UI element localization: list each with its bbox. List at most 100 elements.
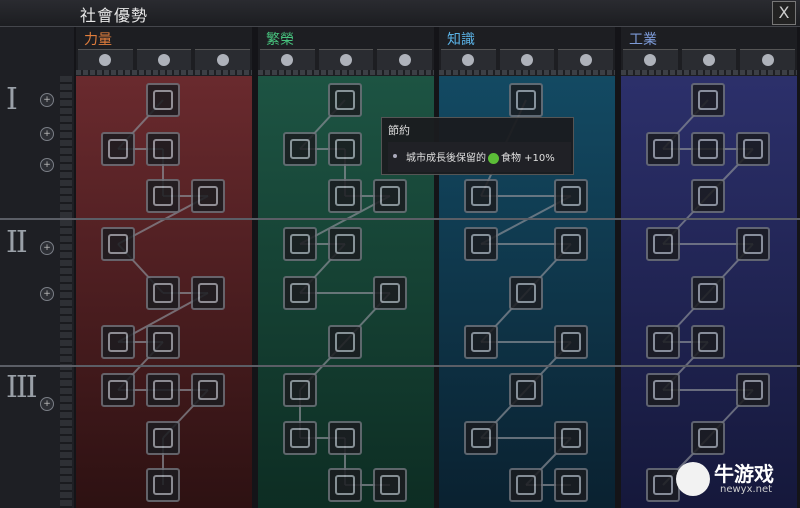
cube-icon[interactable]	[740, 49, 796, 70]
palm-icon[interactable]	[328, 468, 362, 502]
watermark: 牛游戏 newyx.net	[676, 458, 792, 502]
column-title: 知識	[447, 32, 475, 48]
bust-icon[interactable]	[499, 49, 555, 70]
hourglass-icon[interactable]	[464, 325, 498, 359]
person-icon[interactable]	[146, 132, 180, 166]
chevrons-icon[interactable]	[146, 83, 180, 117]
column-icon[interactable]	[691, 421, 725, 455]
apple-icon[interactable]	[328, 83, 362, 117]
tree-column-strength	[76, 76, 252, 508]
node-glyph	[516, 380, 536, 400]
lotus-icon[interactable]	[283, 373, 317, 407]
progress-bar	[258, 70, 434, 75]
leaf-icon[interactable]	[260, 49, 315, 70]
node-glyph	[380, 186, 400, 206]
stone-icon[interactable]	[146, 179, 180, 213]
hammer-icon[interactable]	[736, 373, 770, 407]
pencil-icon[interactable]	[736, 227, 770, 261]
ruler-icon[interactable]	[691, 179, 725, 213]
flag-icon[interactable]	[191, 179, 225, 213]
tower-icon[interactable]	[101, 325, 135, 359]
hexagon-icon[interactable]	[146, 373, 180, 407]
cross-icon[interactable]	[373, 468, 407, 502]
plus-icon[interactable]: +	[40, 397, 54, 411]
plus-icon[interactable]: +	[40, 287, 54, 301]
node-glyph	[471, 428, 491, 448]
plus-icon[interactable]: +	[40, 158, 54, 172]
microscope-icon[interactable]	[509, 373, 543, 407]
node-glyph	[153, 332, 173, 352]
leaf-icon[interactable]	[318, 49, 374, 70]
sparkle-icon[interactable]	[328, 227, 362, 261]
tools-icon[interactable]	[191, 373, 225, 407]
tier-divider	[0, 365, 74, 367]
lightning-icon[interactable]	[283, 227, 317, 261]
bulb-icon[interactable]	[373, 276, 407, 310]
people-icon[interactable]	[328, 421, 362, 455]
arrow-up-icon[interactable]	[101, 373, 135, 407]
column-header-industry: 工業	[621, 27, 797, 76]
cog-icon[interactable]	[554, 227, 588, 261]
book-icon[interactable]	[373, 179, 407, 213]
plus-icon[interactable]: +	[40, 127, 54, 141]
grad-cap-icon[interactable]	[554, 421, 588, 455]
pulse-icon[interactable]	[646, 468, 680, 502]
column-header-strength: 力量	[76, 27, 252, 76]
node-glyph	[698, 90, 718, 110]
tube-icon[interactable]	[464, 179, 498, 213]
tier-label-2: II	[6, 225, 28, 260]
arm-icon[interactable]	[136, 49, 192, 70]
sword-icon[interactable]	[101, 132, 135, 166]
plus-icon[interactable]: +	[40, 241, 54, 255]
planet-icon[interactable]	[646, 132, 680, 166]
node-glyph	[198, 283, 218, 303]
helmet-icon[interactable]	[101, 227, 135, 261]
arrows-icon[interactable]	[736, 132, 770, 166]
tooltip-text: 城市成長後保留的 食物 +10%	[406, 152, 555, 164]
close-button[interactable]: X	[772, 1, 796, 25]
bust-icon[interactable]	[441, 49, 496, 70]
tier-label-1: I	[6, 82, 18, 117]
star-icon[interactable]	[691, 132, 725, 166]
gem-icon[interactable]	[191, 276, 225, 310]
cube-icon[interactable]	[681, 49, 737, 70]
dart-icon[interactable]	[509, 468, 543, 502]
node-glyph	[153, 283, 173, 303]
eye-icon[interactable]	[464, 421, 498, 455]
arrow-up-icon[interactable]	[146, 325, 180, 359]
ball-icon[interactable]	[146, 276, 180, 310]
progress-bar	[76, 70, 252, 75]
orbit-icon[interactable]	[646, 325, 680, 359]
chart-icon[interactable]	[328, 132, 362, 166]
quill-icon[interactable]	[464, 227, 498, 261]
scroll-icon[interactable]	[283, 132, 317, 166]
fist-icon[interactable]	[78, 49, 133, 70]
wrench-icon[interactable]	[691, 83, 725, 117]
network-icon[interactable]	[509, 276, 543, 310]
fireball-icon[interactable]	[146, 468, 180, 502]
plus-icon[interactable]: +	[40, 93, 54, 107]
hand-icon[interactable]	[328, 179, 362, 213]
leaf-icon[interactable]	[377, 49, 433, 70]
hand-coin-icon[interactable]	[283, 276, 317, 310]
lamp-icon[interactable]	[509, 83, 543, 117]
node-glyph	[290, 139, 310, 159]
circle-arrows-icon[interactable]	[146, 421, 180, 455]
arm-icon[interactable]	[195, 49, 251, 70]
node-glyph	[290, 234, 310, 254]
cube-icon[interactable]	[623, 49, 678, 70]
pyramid-icon[interactable]	[554, 468, 588, 502]
node-glyph	[698, 428, 718, 448]
orb-icon[interactable]	[554, 325, 588, 359]
triangle-icon[interactable]	[691, 325, 725, 359]
watermark-logo	[676, 462, 710, 496]
star-burst-icon[interactable]	[283, 421, 317, 455]
pipes-icon[interactable]	[691, 276, 725, 310]
recycle-icon[interactable]	[646, 227, 680, 261]
bust-icon[interactable]	[558, 49, 614, 70]
heart-hand-icon[interactable]	[646, 373, 680, 407]
bulb-icon[interactable]	[554, 179, 588, 213]
node-glyph	[653, 475, 673, 495]
node-glyph	[153, 428, 173, 448]
brain-icon[interactable]	[328, 325, 362, 359]
